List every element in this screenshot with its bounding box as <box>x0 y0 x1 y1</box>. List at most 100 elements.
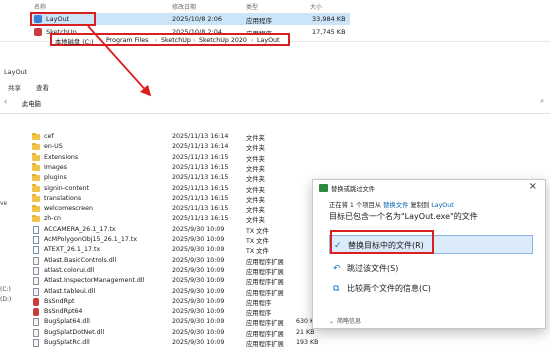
folder-row[interactable]: en-US 2025/11/13 16:14 文件夹 <box>30 142 330 152</box>
file-name: en-US <box>44 143 63 151</box>
folder-row[interactable]: translations 2025/11/13 16:15 文件夹 <box>30 194 330 204</box>
app-icon <box>33 308 39 317</box>
folder-icon <box>32 132 40 140</box>
folder-row[interactable]: Images 2025/11/13 16:15 文件夹 <box>30 163 330 173</box>
search-icon[interactable]: ⌕ <box>540 97 544 106</box>
file-date: 2025/11/13 16:14 <box>172 143 229 151</box>
dll-file-icon <box>33 256 39 265</box>
col-name[interactable]: 名称 <box>34 2 46 11</box>
compare-option[interactable]: ⧉ 比较两个文件的信息(C) <box>329 279 533 298</box>
file-row[interactable]: BugSplatRc.dll 2025/9/30 10:09 应用程序扩展 193 K… <box>30 338 330 348</box>
breadcrumb-this-pc[interactable]: 此电脑 <box>22 99 41 108</box>
file-type: 文件夹 <box>246 217 265 225</box>
file-type: 文件夹 <box>246 176 265 184</box>
file-name: cef <box>44 133 54 140</box>
file-size: 33,984 KB <box>312 15 346 23</box>
highlight-box-layout-file <box>30 12 96 26</box>
file-row[interactable]: Atlast.tableui.dll 2025/9/30 10:09 应用程序扩展 <box>30 287 330 297</box>
close-icon[interactable]: × <box>529 181 537 192</box>
breadcrumb-c-drive[interactable]: 本地磁盘 (C:) <box>55 37 94 46</box>
file-type: 应用程序扩展 <box>246 320 284 328</box>
chevron-right-icon: › <box>155 37 158 44</box>
file-name: AcMPolygonObj15_26.1_17.tx <box>44 236 138 243</box>
option-label: 跳过该文件(S) <box>347 264 399 273</box>
tx-file-icon <box>33 225 39 234</box>
file-row[interactable]: atlast.colorui.dll 2025/9/30 10:09 应用程序扩展 <box>30 266 330 276</box>
file-row[interactable]: BsSndRpt64 2025/9/30 10:09 应用程序 <box>30 307 330 317</box>
file-name: Atlast.tableui.dll <box>44 287 96 295</box>
folder-row[interactable]: signin-content 2025/11/13 16:15 文件夹 <box>30 184 330 194</box>
folder-icon <box>32 163 40 171</box>
breadcrumb-sketchup[interactable]: SketchUp <box>161 37 191 44</box>
file-name: BsSndRpt <box>44 297 75 305</box>
file-row[interactable]: BsSndRpt 2025/9/30 10:09 应用程序 <box>30 297 330 307</box>
folder-icon <box>32 194 40 202</box>
folder-icon <box>32 214 40 223</box>
app-icon <box>33 297 39 306</box>
file-name: translations <box>44 194 82 202</box>
chevron-right-icon: › <box>251 37 254 44</box>
col-date[interactable]: 修改日期 <box>172 2 196 11</box>
file-name: Atlast.InspectorManagement.dll <box>44 277 145 285</box>
file-type: 应用程序扩展 <box>246 258 284 266</box>
folder-icon <box>32 142 40 151</box>
file-type: 应用程序扩展 <box>246 289 284 297</box>
file-row[interactable]: BugSplat64.dll 2025/9/30 10:09 应用程序扩展 630 K… <box>30 317 330 327</box>
tx-file-icon <box>33 246 39 255</box>
file-type: 应用程序扩展 <box>246 341 284 348</box>
file-date: 2025/11/13 16:15 <box>172 174 229 182</box>
file-name: ACCAMERA_26.1_17.tx <box>44 225 116 233</box>
tab-view[interactable]: 查看 <box>36 82 49 92</box>
file-date: 2025/11/13 16:15 <box>172 153 229 161</box>
dll-file-icon <box>33 287 39 296</box>
col-size[interactable]: 大小 <box>310 2 322 11</box>
file-row[interactable]: BugSplatDotNet.dll 2025/9/30 10:09 应用程序扩展 2… <box>30 328 330 338</box>
nav-item-d-drive[interactable]: (D:) <box>0 296 11 303</box>
file-date: 2025/9/30 10:09 <box>172 266 225 274</box>
file-name: Images <box>44 163 68 171</box>
file-date: 2025/9/30 10:09 <box>172 277 225 285</box>
folder-icon <box>32 173 40 182</box>
file-date: 2025/11/13 16:15 <box>172 184 229 192</box>
info-text: 正在将 1 个项目从 <box>329 202 382 209</box>
file-date: 2025/11/13 16:15 <box>172 194 229 202</box>
file-type: 文件夹 <box>246 186 265 194</box>
file-type: 文件夹 <box>246 196 265 204</box>
dialog-title: 替换或跳过文件 <box>331 186 376 193</box>
file-date: 2025/9/30 10:09 <box>172 308 225 316</box>
copy-icon <box>319 184 328 192</box>
file-name: BugSplat64.dll <box>44 318 90 326</box>
col-type[interactable]: 类型 <box>246 2 258 11</box>
nav-item[interactable]: ve <box>0 200 7 207</box>
breadcrumb-program-files[interactable]: Program Files <box>106 37 148 44</box>
folder-row[interactable]: welcomescreen 2025/11/13 16:15 文件夹 <box>30 204 330 214</box>
folder-row[interactable]: plugins 2025/11/13 16:15 文件夹 <box>30 173 330 183</box>
file-row[interactable]: ATEXT_26.1_17.tx 2025/9/30 10:09 TX 文件 <box>30 245 330 255</box>
file-date: 2025/9/30 10:09 <box>172 287 225 295</box>
breadcrumb[interactable]: 本地磁盘 (C:) › Program Files › SketchUp › S… <box>50 33 290 46</box>
dll-file-icon <box>33 266 39 275</box>
breadcrumb-layout[interactable]: LayOut <box>257 37 280 44</box>
file-name: ATEXT_26.1_17.tx <box>44 246 101 254</box>
details-toggle[interactable]: ⌄ 简略信息 <box>329 316 361 325</box>
file-date: 2025/9/30 10:09 <box>172 236 225 243</box>
folder-row[interactable]: zh-cn 2025/11/13 16:15 文件夹 <box>30 214 330 224</box>
file-name: zh-cn <box>44 215 62 223</box>
dll-file-icon <box>33 328 39 337</box>
skip-option[interactable]: ↶ 跳过该文件(S) <box>329 259 533 278</box>
file-row[interactable]: Atlast.InspectorManagement.dll 2025/9/30 … <box>30 276 330 286</box>
destination-link[interactable]: LayOut <box>431 202 454 209</box>
nav-item-c-drive[interactable]: (C:) <box>0 286 11 293</box>
source-link[interactable]: 替换文件 <box>383 202 408 209</box>
breadcrumb-sketchup-2020[interactable]: SketchUp 2020 <box>199 37 247 44</box>
folder-row[interactable]: cef 2025/11/13 16:14 文件夹 <box>30 132 330 142</box>
file-row[interactable]: Atlast.BasicControls.dll 2025/9/30 10:09 应… <box>30 256 330 266</box>
file-date: 2025/9/30 10:09 <box>172 318 225 326</box>
file-date: 2025/9/30 10:09 <box>172 339 225 346</box>
file-row[interactable]: AcMPolygonObj15_26.1_17.tx 2025/9/30 10:0… <box>30 235 330 245</box>
file-date: 2025/9/30 10:09 <box>172 246 225 254</box>
file-row[interactable]: ACCAMERA_26.1_17.tx 2025/9/30 10:09 TX 文件 <box>30 225 330 235</box>
folder-row[interactable]: Extensions 2025/11/13 16:15 文件夹 <box>30 153 330 163</box>
dll-file-icon <box>33 318 39 327</box>
chevron-right-icon: › <box>100 37 103 44</box>
